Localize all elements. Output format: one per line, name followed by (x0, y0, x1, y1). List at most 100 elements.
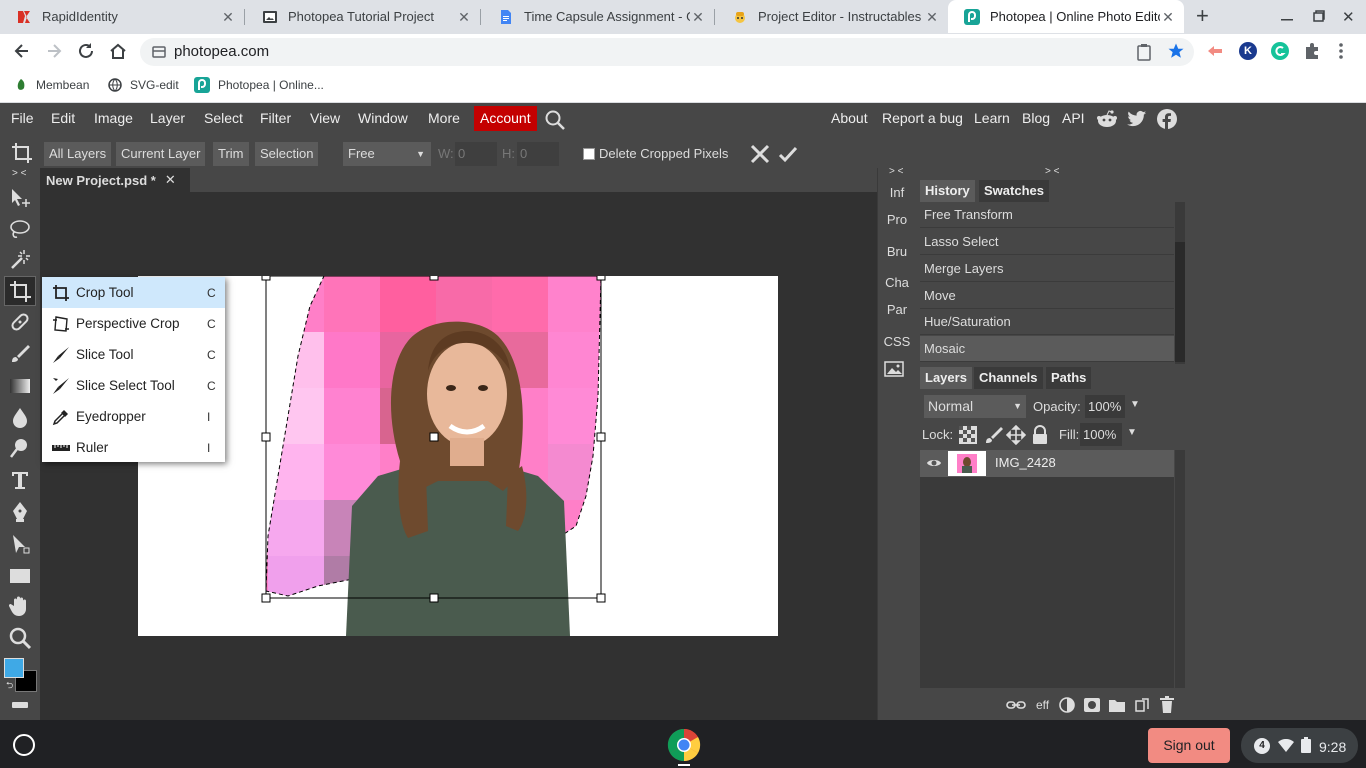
mini-panel-character[interactable]: Cha (879, 275, 915, 290)
kebab-menu-icon[interactable] (1336, 42, 1346, 60)
adjustment-layer-icon[interactable] (1059, 697, 1075, 713)
grammarly-icon[interactable] (1271, 42, 1289, 60)
clipboard-icon[interactable] (1136, 43, 1152, 61)
rectangle-tool-icon[interactable] (8, 564, 32, 588)
layer-effects-button[interactable]: eff (1036, 698, 1049, 712)
facebook-icon[interactable] (1157, 109, 1177, 129)
new-layer-icon[interactable] (1134, 697, 1150, 713)
link-learn[interactable]: Learn (974, 103, 1010, 134)
blur-tool-icon[interactable] (8, 405, 32, 429)
menu-more[interactable]: More (428, 103, 460, 134)
swap-colors-icon[interactable]: ⮌ (6, 678, 13, 694)
layers-scrollbar[interactable] (1175, 450, 1185, 688)
menu-item-slice-tool[interactable]: Slice Tool C (42, 339, 225, 370)
url-text[interactable]: photopea.com (174, 43, 269, 60)
history-scrollbar[interactable] (1175, 202, 1185, 364)
menu-edit[interactable]: Edit (51, 103, 75, 134)
crop-handle[interactable] (261, 276, 271, 281)
mini-panel-brush[interactable]: Bru (879, 244, 915, 259)
mini-panel-info[interactable]: Inf (879, 185, 915, 200)
close-icon[interactable]: ✕ (924, 9, 940, 25)
sign-out-button[interactable]: Sign out (1148, 728, 1230, 763)
menu-item-slice-select-tool[interactable]: Slice Select Tool C (42, 370, 225, 401)
tab-layers[interactable]: Layers (920, 367, 972, 389)
foreground-color-swatch[interactable] (4, 658, 24, 678)
extensions-puzzle-icon[interactable] (1303, 42, 1321, 60)
extension-k-icon[interactable]: K (1239, 42, 1257, 60)
tab-photopea-tutorial[interactable]: Photopea Tutorial Project ✕ (246, 0, 480, 33)
menu-item-ruler[interactable]: Ruler I (42, 432, 225, 463)
site-info-icon[interactable] (152, 45, 166, 59)
link-api[interactable]: API (1062, 103, 1085, 134)
eye-visibility-icon[interactable] (926, 456, 942, 470)
zoom-tool-icon[interactable] (8, 626, 32, 650)
crop-handle[interactable] (261, 593, 271, 603)
history-item[interactable]: Move (920, 283, 1174, 309)
crop-handle[interactable] (596, 432, 606, 442)
document-canvas[interactable] (138, 276, 778, 636)
lasso-tool-icon[interactable] (8, 218, 32, 242)
tab-rapididentity[interactable]: RapidIdentity ✕ (0, 0, 244, 33)
right-panel-toggle[interactable]: > < (1045, 166, 1059, 177)
tab-paths[interactable]: Paths (1046, 367, 1092, 389)
search-icon[interactable] (544, 109, 566, 131)
lock-transparency-icon[interactable] (958, 425, 978, 445)
cancel-crop-icon[interactable] (750, 144, 770, 164)
hand-tool-icon[interactable] (8, 594, 32, 618)
lock-pixels-icon[interactable] (983, 425, 1003, 445)
tab-channels[interactable]: Channels (974, 367, 1043, 389)
crop-handle[interactable] (429, 276, 439, 281)
launcher-icon[interactable] (13, 734, 35, 756)
crop-handle[interactable] (429, 593, 439, 603)
current-layer-button[interactable]: Current Layer (116, 142, 206, 166)
crop-handle[interactable] (596, 276, 606, 281)
crop-tool-active[interactable] (4, 276, 36, 306)
layer-mask-icon[interactable] (1084, 698, 1100, 712)
new-tab-button[interactable]: + (1196, 4, 1216, 28)
history-item-current[interactable]: Mosaic (920, 336, 1174, 362)
trim-button[interactable]: Trim (213, 142, 249, 166)
notification-count-badge[interactable]: 4 (1254, 738, 1270, 754)
menu-filter[interactable]: Filter (260, 103, 291, 134)
delete-layer-icon[interactable] (1159, 696, 1175, 714)
brush-tool-icon[interactable] (8, 342, 32, 366)
magic-wand-tool-icon[interactable] (8, 248, 32, 272)
image-panel-icon[interactable] (884, 361, 904, 377)
fill-input[interactable]: 100% (1080, 423, 1122, 446)
address-bar[interactable] (140, 38, 1194, 66)
menu-select[interactable]: Select (204, 103, 243, 134)
link-blog[interactable]: Blog (1022, 103, 1050, 134)
ratio-select[interactable]: Free ▼ (343, 142, 431, 166)
fill-dropdown-icon[interactable]: ▼ (1127, 427, 1137, 438)
mini-panel-paragraph[interactable]: Par (879, 302, 915, 317)
chrome-icon[interactable] (667, 728, 701, 762)
link-layers-icon[interactable] (1006, 698, 1026, 712)
healing-brush-tool-icon[interactable] (8, 310, 32, 334)
menu-view[interactable]: View (310, 103, 340, 134)
menu-item-eyedropper[interactable]: Eyedropper I (42, 401, 225, 432)
quick-mask-icon[interactable] (12, 702, 28, 708)
close-icon[interactable]: ✕ (456, 9, 472, 25)
dodge-tool-icon[interactable] (8, 436, 32, 460)
link-report-bug[interactable]: Report a bug (882, 103, 963, 134)
commit-crop-icon[interactable] (778, 144, 798, 164)
tab-instructables[interactable]: Project Editor - Instructables ✕ (716, 0, 948, 33)
reload-icon[interactable] (76, 41, 96, 61)
twitter-icon[interactable] (1127, 110, 1147, 128)
close-document-icon[interactable]: ✕ (165, 172, 176, 188)
blend-mode-select[interactable]: Normal ▼ (924, 395, 1026, 418)
tab-time-capsule[interactable]: Time Capsule Assignment - Goo ✕ (482, 0, 714, 33)
menu-layer[interactable]: Layer (150, 103, 185, 134)
account-button[interactable]: Account (474, 106, 537, 131)
crop-handle[interactable] (261, 432, 271, 442)
all-layers-button[interactable]: All Layers (44, 142, 112, 166)
opacity-input[interactable]: 100% (1085, 395, 1125, 418)
height-input[interactable]: 0 (517, 142, 559, 166)
bookmark-svg-edit[interactable]: SVG-edit (108, 76, 179, 94)
tab-photopea-active[interactable]: Photopea | Online Photo Editor ✕ (948, 0, 1184, 33)
layer-row[interactable]: IMG_2428 (920, 450, 1174, 477)
lock-position-icon[interactable] (1006, 425, 1026, 445)
close-window-icon[interactable]: ✕ (1342, 8, 1356, 26)
panel-expand-toggle[interactable]: > < (889, 166, 903, 177)
home-icon[interactable] (108, 41, 128, 61)
